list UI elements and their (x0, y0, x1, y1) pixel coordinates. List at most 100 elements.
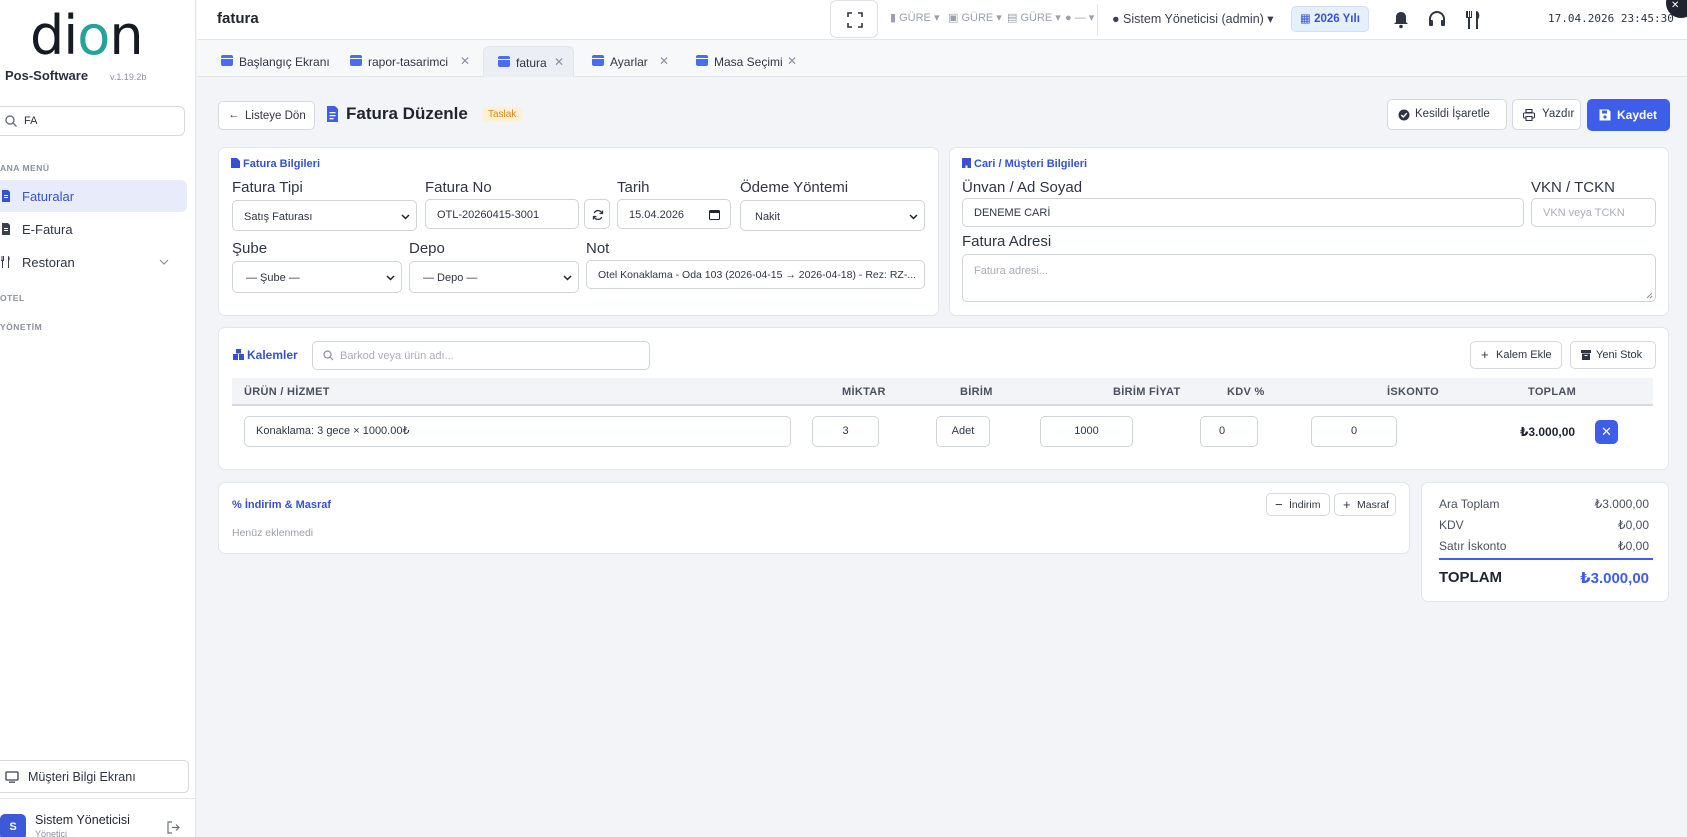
tab-label: fatura (516, 56, 547, 70)
tab-ayarlar[interactable]: Ayarlar ✕ (592, 46, 672, 77)
section-otel[interactable]: OTEL (0, 293, 25, 303)
tab-close-icon[interactable]: ✕ (659, 54, 669, 68)
file-invoice-icon (327, 106, 338, 122)
file-invoice-icon (2, 190, 10, 202)
sidebar-item-e-fatura[interactable]: E-Fatura (0, 213, 187, 245)
tab-baslangic[interactable]: Başlangıç Ekranı (221, 46, 336, 77)
discount-input[interactable]: 0 (1311, 416, 1397, 447)
divider (1439, 558, 1653, 560)
tab-fatura[interactable]: fatura ✕ (483, 46, 574, 77)
payment-method-select[interactable]: Nakit (740, 200, 925, 231)
search-icon (323, 350, 334, 361)
card-title-invoice-info: Fatura Bilgileri (231, 158, 320, 170)
add-discount-button[interactable]: − İndirim (1266, 493, 1330, 516)
quantity-input[interactable]: 3 (812, 416, 879, 447)
save-label: Kaydet (1617, 108, 1658, 122)
sidebar-search-value: FA (24, 115, 38, 127)
barcode-search-input[interactable]: Barkod veya ürün adı... (312, 341, 650, 370)
back-label: Listeye Dön (245, 110, 306, 122)
warehouse-select[interactable]: — Depo — (409, 261, 579, 293)
unit-price-input[interactable]: 1000 (1040, 416, 1133, 447)
customer-screen-label: Müşteri Bilgi Ekranı (28, 770, 136, 784)
utensils-icon[interactable] (1463, 10, 1483, 30)
refresh-number-button[interactable] (584, 199, 610, 229)
tab-icon (498, 56, 510, 67)
invoice-address-textarea[interactable]: Fatura adresi... (962, 254, 1656, 302)
station-1[interactable]: ▮ GÜRE ▾ (890, 11, 939, 24)
new-stock-button[interactable]: Yeni Stok (1570, 341, 1656, 369)
vat-input[interactable]: 0 (1200, 416, 1258, 447)
close-icon: ✕ (1601, 424, 1612, 439)
invoice-no-input[interactable]: OTL-20260415-3001 (425, 199, 579, 229)
product-input[interactable]: Konaklama: 3 gece × 1000.00₺ (244, 416, 791, 447)
card-title-items: Kalemler (233, 348, 298, 362)
add-item-button[interactable]: + Kalem Ekle (1470, 341, 1562, 369)
back-to-list-button[interactable]: ← Listeye Dön (218, 101, 315, 130)
year-selector[interactable]: ▦ 2026 Yılı (1291, 6, 1369, 32)
topbar: fatura ▮ GÜRE ▾ ▣ GÜRE ▾ ▤ GÜRE ▾ ● — ▾ … (197, 0, 1687, 40)
headset-icon[interactable] (1427, 10, 1447, 30)
save-button[interactable]: Kaydet (1587, 99, 1670, 131)
tax-id-input[interactable]: VKN veya TCKN (1531, 198, 1656, 227)
column-header: BİRİM FİYAT (1113, 386, 1181, 398)
minus-icon: − (1275, 497, 1283, 512)
section-yonetim[interactable]: YÖNETİM (0, 322, 42, 332)
column-header: KDV % (1227, 386, 1265, 398)
grand-total-value: ₺3.000,00 (1580, 570, 1649, 587)
add-expense-button[interactable]: + Masraf (1334, 493, 1396, 516)
file-icon (2, 223, 10, 235)
avatar[interactable]: S (0, 814, 26, 837)
delete-row-button[interactable]: ✕ (1595, 420, 1618, 444)
print-button[interactable]: Yazdır (1512, 99, 1581, 130)
customer-name-input[interactable]: DENEME CARİ (962, 198, 1524, 227)
calendar-icon (709, 209, 720, 220)
monitor-icon (5, 771, 19, 783)
vat-value: ₺0,00 (1618, 518, 1649, 532)
page-title: Fatura Düzenle (346, 104, 468, 123)
column-header: BİRİM (960, 386, 993, 398)
invoice-type-select[interactable]: Satış Faturası (232, 200, 417, 231)
tab-label: rapor-tasarimci (368, 55, 449, 69)
invoice-type-label: Fatura Tipi (232, 179, 303, 196)
discounts-card (218, 482, 1410, 554)
sidebar-item-restoran[interactable]: Restoran (0, 246, 187, 278)
unit-input[interactable]: Adet (936, 416, 990, 447)
customer-screen-button[interactable]: Müşteri Bilgi Ekranı (0, 760, 189, 793)
invoice-no-label: Fatura No (425, 179, 492, 196)
date-input[interactable]: 15.04.2026 (617, 199, 731, 229)
user-box: S Sistem Yöneticisi Yönetici (0, 798, 196, 837)
station-2[interactable]: ▣ GÜRE ▾ (948, 11, 1002, 24)
tab-masa-secimi[interactable]: Masa Seçimi ✕ (696, 46, 801, 77)
sidebar-item-label: E-Fatura (22, 222, 73, 237)
app-logo[interactable]: dion (30, 6, 144, 66)
bell-icon[interactable] (1391, 10, 1411, 30)
subtotal-value: ₺3.000,00 (1594, 497, 1649, 511)
resize-handle-icon[interactable] (1646, 292, 1653, 299)
tab-label: Ayarlar (610, 55, 648, 69)
tab-close-icon[interactable]: ✕ (554, 55, 564, 69)
tax-id-label: VKN / TCKN (1531, 179, 1615, 196)
card-title-discounts: % İndirim & Masraf (232, 499, 332, 511)
branch-select[interactable]: — Şube — (232, 261, 402, 293)
column-header: MİKTAR (842, 386, 886, 398)
date-label: Tarih (617, 179, 650, 196)
tab-rapor-tasarimci[interactable]: rapor-tasarimci ✕ (350, 46, 470, 77)
admin-user-menu[interactable]: ● Sistem Yöneticisi (admin) ▾ (1112, 11, 1274, 26)
line-discount-value: ₺0,00 (1618, 539, 1649, 553)
tab-close-icon[interactable]: ✕ (787, 54, 797, 68)
printer-icon (1523, 109, 1535, 121)
station-3[interactable]: ▤ GÜRE ▾ (1007, 11, 1061, 24)
mark-issued-button[interactable]: Kesildi İşaretle (1387, 99, 1507, 130)
refresh-icon (592, 209, 604, 221)
empty-note: Henüz eklenmedi (232, 527, 314, 539)
logout-icon[interactable] (167, 821, 180, 834)
fullscreen-button[interactable] (830, 0, 878, 38)
station-4[interactable]: ● — ▾ (1065, 11, 1094, 24)
line-discount-label: Satır İskonto (1439, 539, 1507, 553)
vat-label: KDV (1439, 518, 1464, 532)
chevron-down-icon (401, 214, 410, 220)
sidebar-item-faturalar[interactable]: Faturalar (0, 180, 187, 212)
sidebar-search-input[interactable]: FA (0, 106, 185, 136)
note-input[interactable]: Otel Konaklama - Oda 103 (2026-04-15 → 2… (586, 260, 925, 289)
tab-close-icon[interactable]: ✕ (460, 54, 470, 68)
